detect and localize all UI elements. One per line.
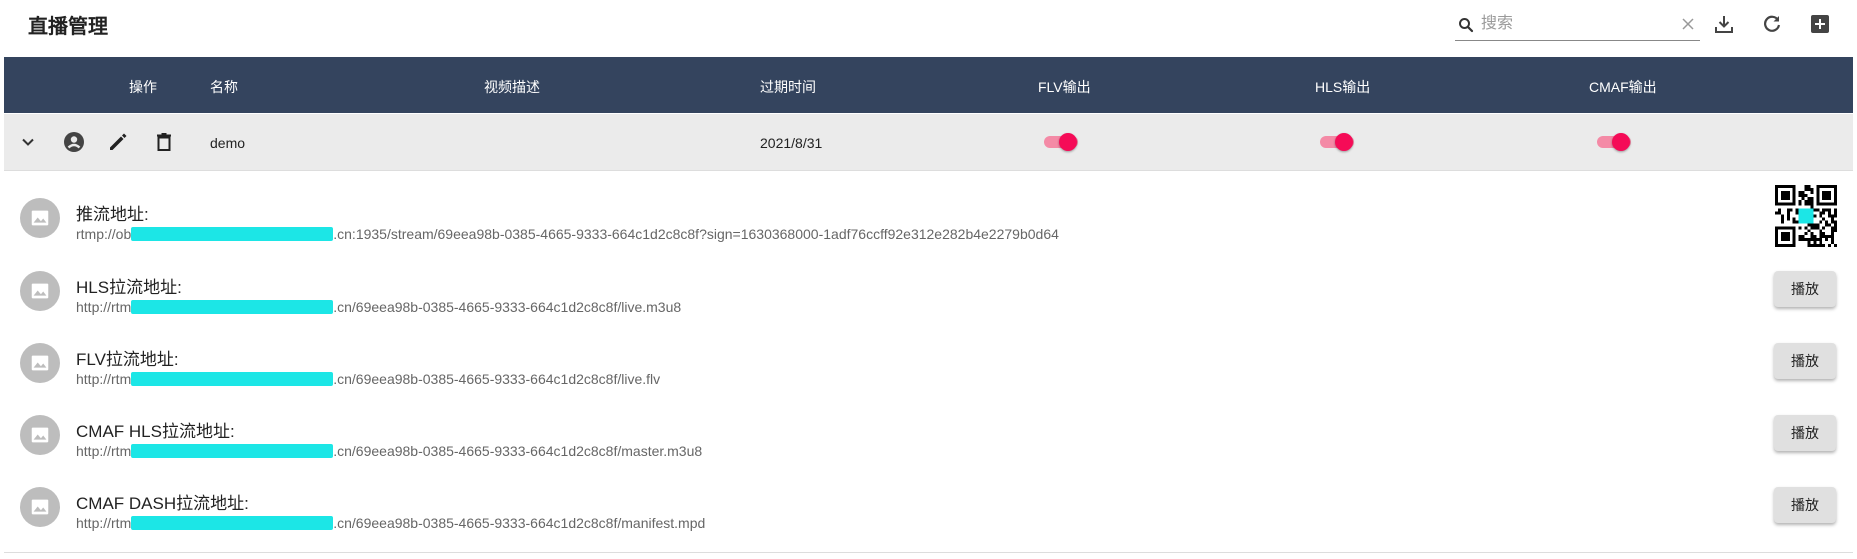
- list-item-flv-url: FLV拉流地址: http://rtm .cn/69eea98b-0385-466…: [4, 323, 1853, 395]
- search-icon: [1459, 18, 1474, 33]
- toggle-thumb: [1335, 133, 1353, 151]
- column-header-name: 名称: [210, 79, 238, 95]
- account-circle-icon[interactable]: [62, 130, 86, 154]
- redacted-host: [131, 444, 334, 458]
- redacted-host: [131, 300, 334, 314]
- detail-url[interactable]: http://rtm .cn/69eea98b-0385-4665-9333-66…: [76, 371, 660, 387]
- list-item-hls-url: HLS拉流地址: http://rtm .cn/69eea98b-0385-466…: [4, 251, 1853, 323]
- url-prefix: http://rtm: [76, 371, 132, 387]
- divider: [4, 552, 1853, 553]
- detail-label: CMAF HLS拉流地址:: [76, 422, 235, 441]
- image-icon: [20, 415, 60, 455]
- detail-url[interactable]: http://rtm .cn/69eea98b-0385-4665-9333-66…: [76, 443, 702, 459]
- url-prefix: http://rtm: [76, 299, 132, 315]
- image-icon: [20, 343, 60, 383]
- url-suffix: .cn/69eea98b-0385-4665-9333-664c1d2c8c8f…: [333, 371, 661, 387]
- row-expire: 2021/8/31: [760, 135, 823, 151]
- image-icon: [20, 271, 60, 311]
- redacted-host: [131, 516, 334, 530]
- column-header-actions: 操作: [129, 79, 157, 95]
- hls-toggle[interactable]: [1320, 132, 1354, 152]
- image-icon: [20, 487, 60, 527]
- detail-label: HLS拉流地址:: [76, 278, 182, 297]
- column-header-expire: 过期时间: [760, 79, 816, 95]
- toggle-thumb: [1612, 133, 1630, 151]
- pencil-icon[interactable]: [106, 130, 130, 154]
- detail-url[interactable]: rtmp://ob .cn:1935/stream/69eea98b-0385-4…: [76, 226, 1059, 242]
- detail-label: FLV拉流地址:: [76, 350, 179, 369]
- url-suffix: .cn/69eea98b-0385-4665-9333-664c1d2c8c8f…: [333, 443, 703, 459]
- image-icon: [20, 198, 60, 238]
- trash-icon[interactable]: [152, 130, 176, 154]
- url-prefix: http://rtm: [76, 443, 132, 459]
- row-name: demo: [210, 135, 246, 151]
- play-button-cmaf-dash[interactable]: 播放: [1774, 487, 1836, 523]
- list-item-cmaf-dash-url: CMAF DASH拉流地址: http://rtm .cn/69eea98b-03…: [4, 467, 1853, 539]
- url-suffix: .cn/69eea98b-0385-4665-9333-664c1d2c8c8f…: [333, 515, 706, 531]
- url-suffix: .cn/69eea98b-0385-4665-9333-664c1d2c8c8f…: [333, 299, 682, 315]
- column-header-description: 视频描述: [484, 79, 540, 95]
- search-box[interactable]: [1455, 10, 1700, 41]
- detail-label: CMAF DASH拉流地址:: [76, 494, 249, 513]
- detail-label: 推流地址:: [76, 205, 149, 224]
- url-suffix: .cn:1935/stream/69eea98b-0385-4665-9333-…: [333, 226, 1059, 242]
- play-button-cmaf-hls[interactable]: 播放: [1774, 415, 1836, 451]
- table-header: 操作 名称 视频描述 过期时间 FLV输出 HLS输出 CMAF输出: [4, 57, 1853, 113]
- url-prefix: http://rtm: [76, 515, 132, 531]
- detail-url[interactable]: http://rtm .cn/69eea98b-0385-4665-9333-66…: [76, 515, 705, 531]
- add-box-icon[interactable]: [1808, 12, 1832, 36]
- redacted-host: [131, 227, 334, 241]
- detail-url[interactable]: http://rtm .cn/69eea98b-0385-4665-9333-66…: [76, 299, 681, 315]
- redacted-host: [131, 372, 334, 386]
- search-input[interactable]: [1481, 13, 1671, 35]
- flv-toggle[interactable]: [1044, 132, 1078, 152]
- close-icon[interactable]: [1680, 16, 1696, 32]
- qr-code-image: [1775, 185, 1837, 247]
- page-title: 直播管理: [28, 16, 108, 38]
- chevron-down-icon[interactable]: [16, 130, 40, 154]
- toggle-thumb: [1059, 133, 1077, 151]
- url-prefix: rtmp://ob: [76, 226, 132, 242]
- refresh-icon[interactable]: [1760, 12, 1784, 36]
- top-bar: 直播管理: [0, 0, 1857, 56]
- list-item-cmaf-hls-url: CMAF HLS拉流地址: http://rtm .cn/69eea98b-038…: [4, 395, 1853, 467]
- table-row[interactable]: demo 2021/8/31: [4, 114, 1853, 171]
- cmaf-toggle[interactable]: [1597, 132, 1631, 152]
- column-header-hls: HLS输出: [1315, 79, 1371, 95]
- list-item-push-url: 推流地址: rtmp://ob .cn:1935/stream/69eea98b-…: [4, 178, 1853, 250]
- play-button-flv[interactable]: 播放: [1774, 343, 1836, 379]
- download-icon[interactable]: [1712, 12, 1736, 36]
- column-header-flv: FLV输出: [1038, 79, 1091, 95]
- column-header-cmaf: CMAF输出: [1589, 79, 1657, 95]
- play-button-hls[interactable]: 播放: [1774, 271, 1836, 307]
